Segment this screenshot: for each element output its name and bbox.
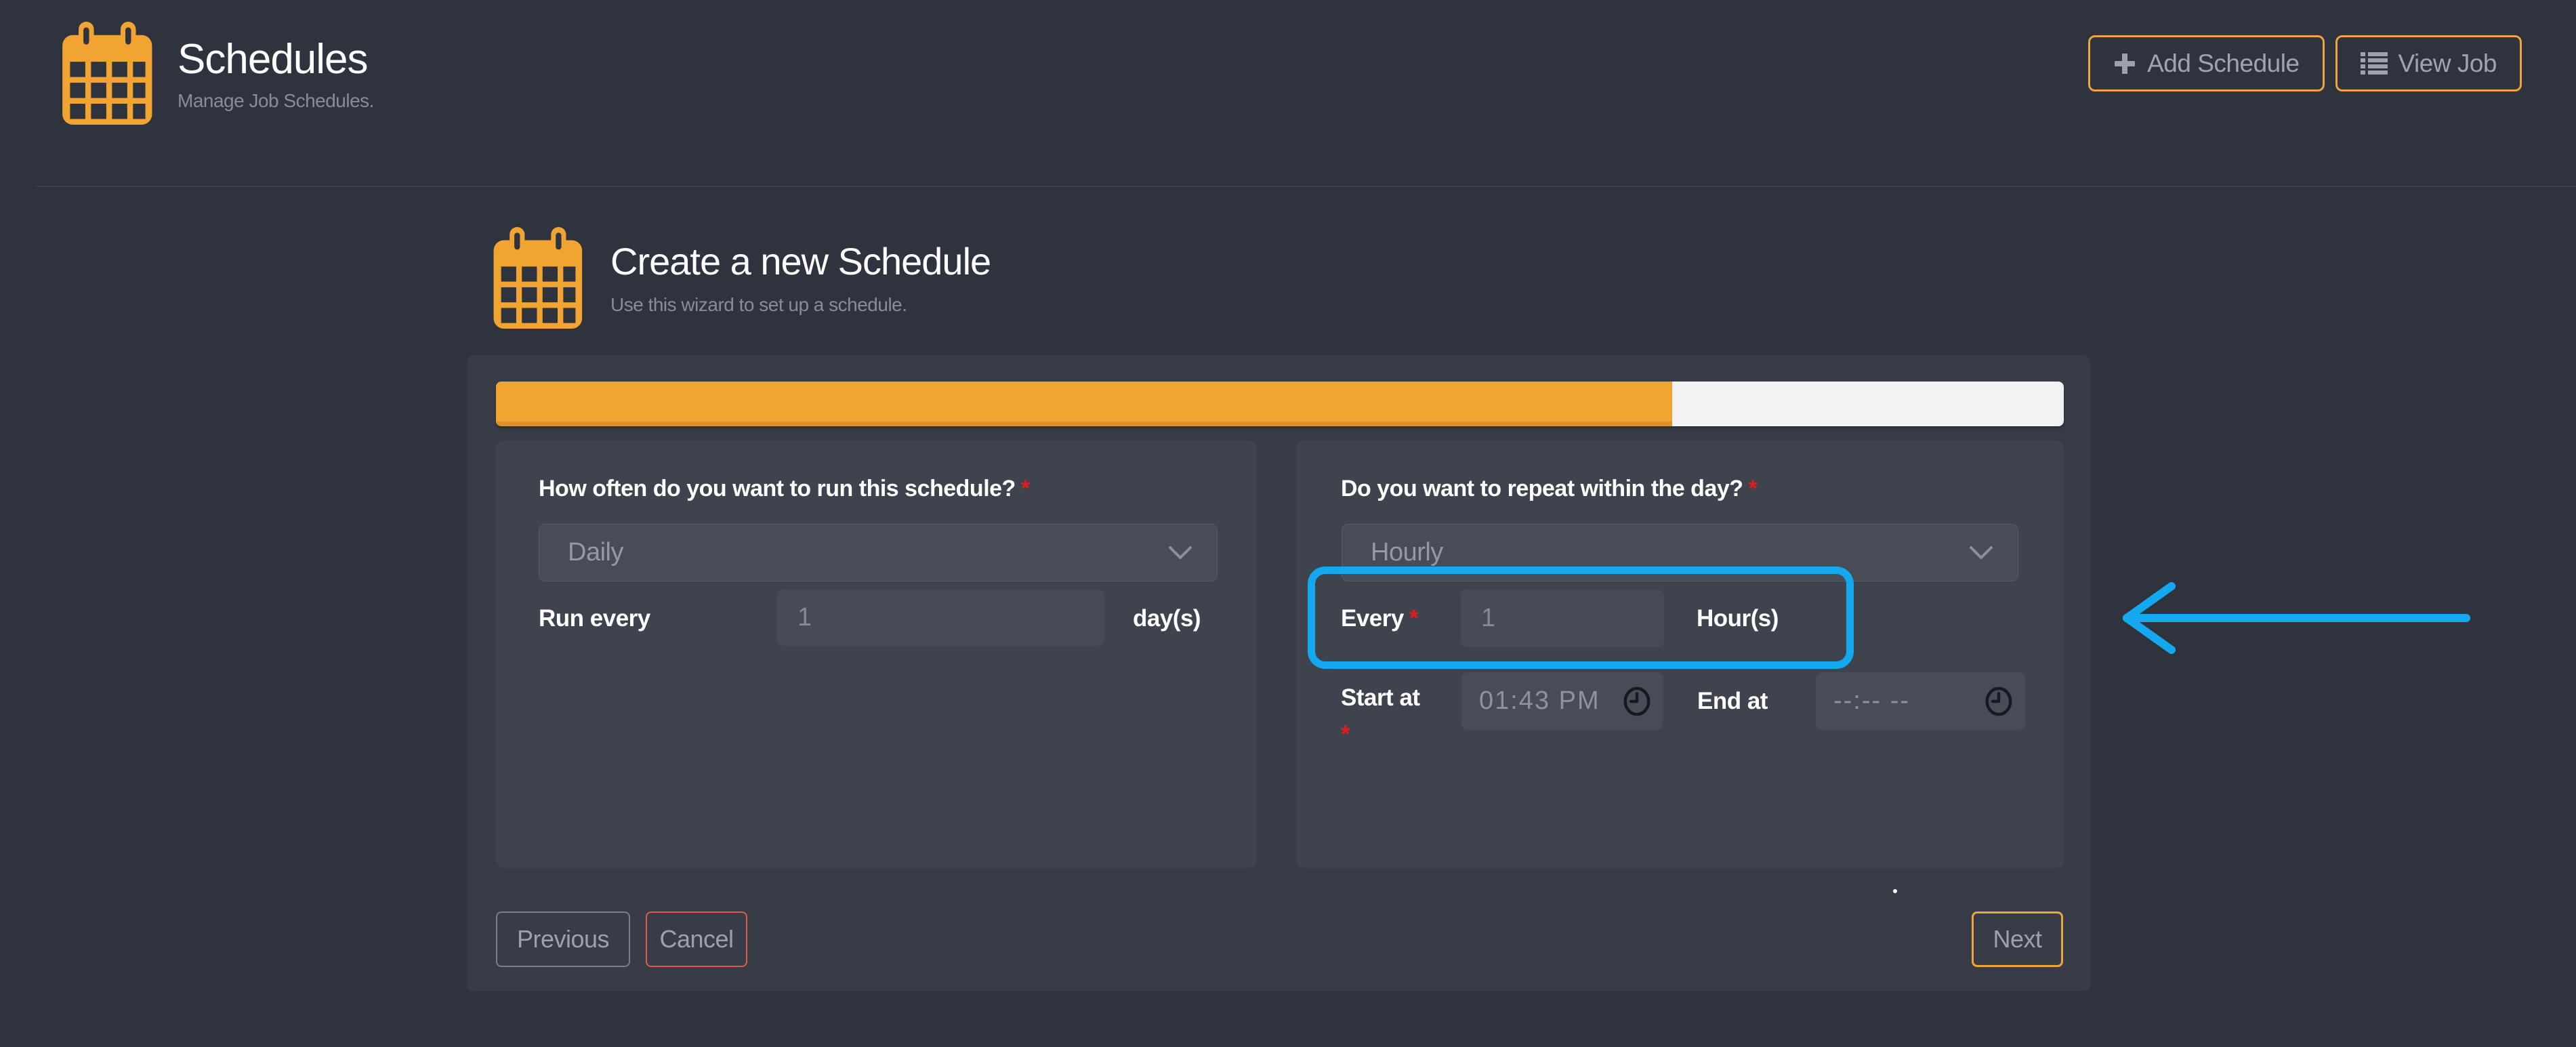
end-at-label: End at — [1697, 688, 1768, 715]
start-at-label-text: Start at — [1341, 684, 1420, 711]
repeat-select[interactable]: Hourly — [1342, 524, 2018, 581]
wizard-card: How often do you want to run this schedu… — [467, 355, 2090, 991]
chevron-down-icon — [1969, 546, 1993, 560]
hour-interval-input[interactable] — [1461, 590, 1664, 647]
wizard-title: Create a new Schedule — [610, 239, 991, 283]
list-icon — [2361, 52, 2388, 76]
page-title: Schedules — [178, 35, 374, 83]
run-every-label: Run every — [539, 605, 650, 632]
previous-button[interactable]: Previous — [496, 911, 630, 967]
schedules-page: Schedules Manage Job Schedules. Add Sche… — [0, 0, 2576, 1047]
start-time-value: 01:43 PM — [1461, 686, 1621, 716]
start-time-input[interactable]: 01:43 PM — [1461, 672, 1663, 730]
day-interval-input[interactable] — [777, 590, 1104, 646]
view-job-label: View Job — [2398, 49, 2497, 78]
end-time-input[interactable]: --:-- -- — [1816, 672, 2025, 730]
cancel-button[interactable]: Cancel — [646, 911, 747, 967]
progress-fill — [496, 382, 1672, 426]
every-label-text: Every — [1341, 605, 1404, 632]
frequency-question: How often do you want to run this schedu… — [539, 476, 1030, 502]
calendar-icon — [61, 22, 159, 125]
view-job-button[interactable]: View Job — [2335, 35, 2522, 91]
page-subtitle: Manage Job Schedules. — [178, 90, 374, 112]
frequency-question-text: How often do you want to run this schedu… — [539, 476, 1016, 501]
day-unit-label: day(s) — [1133, 605, 1201, 632]
add-schedule-button[interactable]: Add Schedule — [2088, 35, 2324, 91]
plus-icon — [2113, 52, 2136, 75]
chevron-down-icon — [1168, 546, 1192, 560]
required-asterisk: * — [1016, 476, 1030, 501]
wizard-calendar-icon — [493, 227, 589, 329]
frequency-panel: How often do you want to run this schedu… — [496, 440, 1257, 868]
every-label: Every* — [1341, 605, 1418, 632]
next-button[interactable]: Next — [1972, 911, 2063, 967]
clock-icon[interactable] — [1621, 684, 1653, 718]
end-time-value: --:-- -- — [1816, 686, 1983, 716]
cursor-artifact-dot — [1893, 889, 1897, 893]
clock-icon[interactable] — [1983, 684, 2014, 718]
repeat-panel: Do you want to repeat within the day?* H… — [1296, 440, 2064, 868]
repeat-select-value: Hourly — [1342, 538, 1969, 567]
hour-unit-label: Hour(s) — [1697, 605, 1779, 632]
wizard-progress-bar — [496, 382, 2064, 426]
start-at-label: Start at * — [1341, 684, 1420, 748]
required-asterisk: * — [1743, 476, 1758, 501]
required-asterisk: * — [1341, 721, 1420, 748]
frequency-select-value: Daily — [539, 538, 1168, 567]
repeat-question-text: Do you want to repeat within the day? — [1341, 476, 1743, 501]
wizard-subtitle: Use this wizard to set up a schedule. — [610, 294, 991, 316]
required-asterisk: * — [1404, 605, 1418, 632]
add-schedule-label: Add Schedule — [2147, 49, 2299, 78]
repeat-question: Do you want to repeat within the day?* — [1341, 476, 1757, 502]
frequency-select[interactable]: Daily — [539, 524, 1218, 581]
left-arrow-annotation — [2111, 579, 2480, 657]
header-divider — [36, 186, 2576, 187]
